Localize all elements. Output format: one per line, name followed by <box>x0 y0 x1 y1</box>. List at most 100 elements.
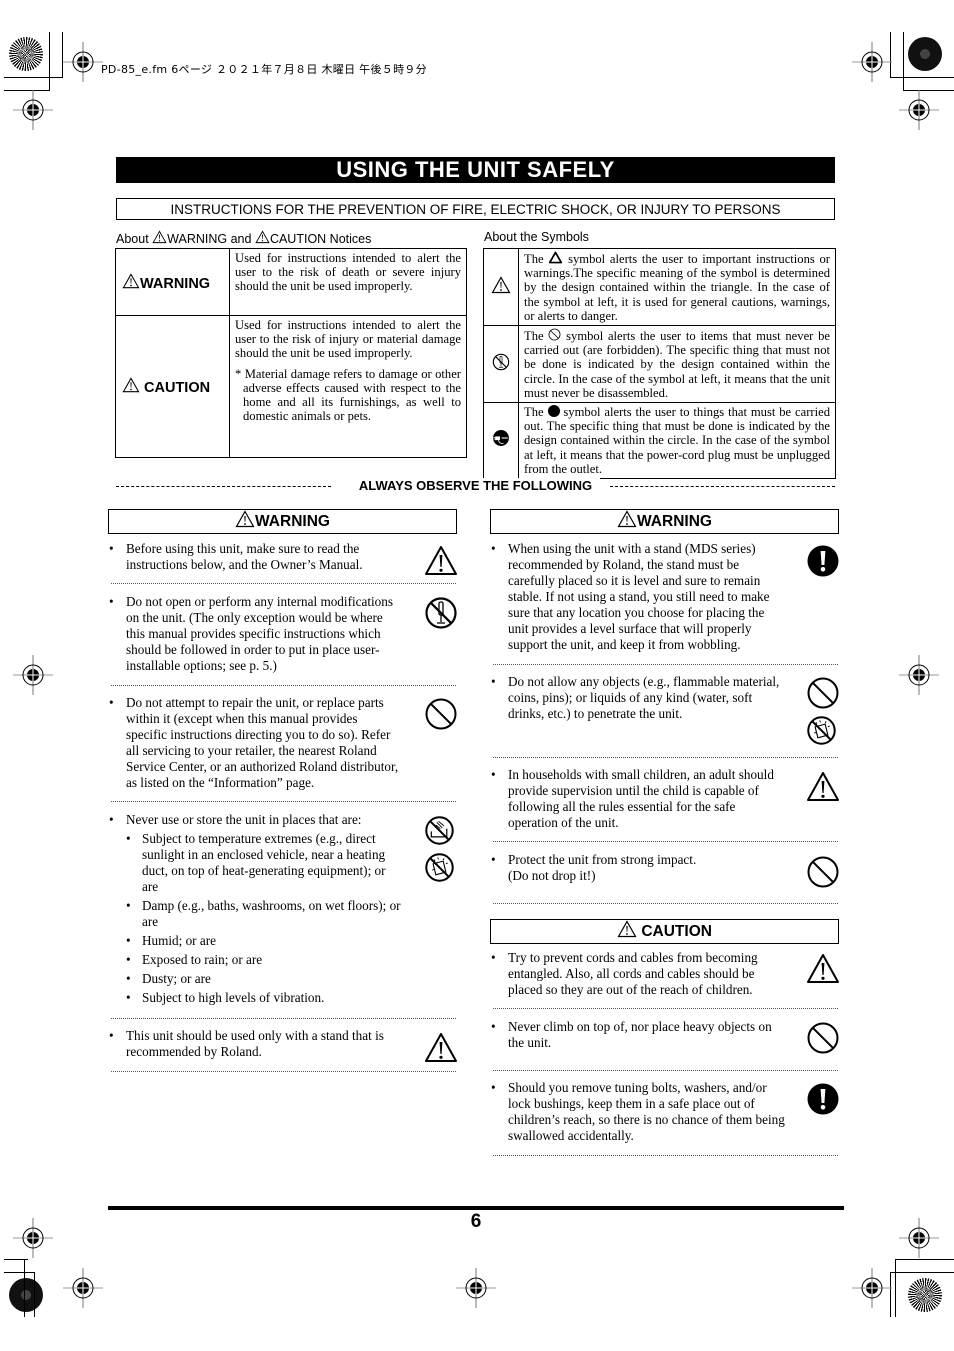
bullet: • <box>126 952 131 967</box>
item-text-line: unit provides a level surface that will … <box>508 621 752 636</box>
symbols-table: The symbol alerts the user to important … <box>483 247 836 480</box>
bullet: • <box>491 674 496 689</box>
registration-mark <box>456 1268 496 1308</box>
filled-circle-icon <box>547 405 560 418</box>
item-text-line: on the unit. (The only exception would b… <box>126 610 383 625</box>
notice-label: WARNING <box>140 275 211 292</box>
bullet: • <box>109 541 114 556</box>
item-text-line: When using the unit with a stand (MDS se… <box>508 541 756 556</box>
item-text-line: this manual provides specific instructio… <box>126 626 381 641</box>
dotted-divider <box>111 801 456 802</box>
item-text-line: swallowed accidentally. <box>508 1128 634 1143</box>
item-text-line: support the unit, and keep it from wobbl… <box>508 637 741 652</box>
item-text-line: This unit should be used only with a sta… <box>126 1028 384 1043</box>
warning-triangle-icon <box>255 230 270 244</box>
warning-triangle-icon <box>122 273 140 289</box>
symbols-heading: About the Symbols <box>484 230 589 244</box>
item-text-line: duct, on top of heat-generating equipmen… <box>142 863 386 878</box>
crop-mark <box>34 1272 35 1317</box>
item-text-line: Do not allow any objects (e.g., flammabl… <box>508 674 780 689</box>
dotted-divider <box>493 664 838 665</box>
dotted-divider <box>111 583 456 584</box>
bullet: • <box>109 695 114 710</box>
dotted-divider <box>493 1008 838 1009</box>
print-mark-starburst <box>9 37 43 71</box>
crop-mark <box>895 1259 954 1260</box>
bullet: • <box>126 933 131 948</box>
bullet: • <box>491 767 496 782</box>
bullet: • <box>126 831 131 846</box>
symbol-description: symbol alerts the user to important inst… <box>524 252 831 323</box>
item-text-line: sure that any location you choose for pl… <box>508 605 765 620</box>
right-warning-heading: WARNING <box>490 509 839 534</box>
crop-mark <box>890 77 954 78</box>
crop-mark <box>4 1272 35 1273</box>
item-text-line: as listed on the “Information” page. <box>126 775 315 790</box>
item-text-line: Before using this unit, make sure to rea… <box>126 541 360 556</box>
notices-table: WARNING Used for instructions intended t… <box>115 248 467 458</box>
dotted-divider <box>493 757 838 758</box>
notice-footnote: * Material damage refers to damage or ot… <box>235 366 461 424</box>
item-text-line: In households with small children, an ad… <box>508 767 774 782</box>
bullet: • <box>109 812 114 827</box>
bullet: • <box>109 1028 114 1043</box>
warning-triangle-icon <box>617 920 637 938</box>
page-subtitle: INSTRUCTIONS FOR THE PREVENTION OF FIRE,… <box>116 198 835 220</box>
warning-triangle-icon <box>491 276 511 294</box>
warning-triangle-icon <box>122 377 140 393</box>
item-text-line: Humid; or are <box>142 933 216 948</box>
crop-mark <box>903 32 904 91</box>
item-text-line: coins, pins); or liquids of any kind (wa… <box>508 690 753 705</box>
symbol-row: The symbol alerts the user to important … <box>483 247 836 327</box>
item-text-line: sunlight in an enclosed vehicle, near a … <box>142 847 386 862</box>
prohibition-icon <box>806 855 840 889</box>
file-slug: PD-85_e.fm 6ページ ２０２１年７月８日 木曜日 午後５時９分 <box>101 63 427 76</box>
item-text-line: Do not open or perform any internal modi… <box>126 594 393 609</box>
right-caution-heading: CAUTION <box>490 919 839 944</box>
footer-rule <box>108 1206 844 1210</box>
bullet: • <box>491 950 496 965</box>
item-text-line: Subject to high levels of vibration. <box>142 990 325 1005</box>
warning-triangle-icon <box>152 230 167 244</box>
item-text-line: Exposed to rain; or are <box>142 952 263 967</box>
item-text-line: entangled. Also, all cords and cables sh… <box>508 966 755 981</box>
symbol-row: The symbol alerts the user to items that… <box>483 325 836 404</box>
prohibition-icon <box>424 697 458 731</box>
registration-mark <box>899 655 939 695</box>
notices-heading: About WARNING and CAUTION Notices <box>116 230 372 246</box>
item-text-line: should be followed in order to put in pl… <box>126 642 380 657</box>
observe-divider: ALWAYS OBSERVE THE FOLLOWING <box>116 478 835 494</box>
item-text-line: Protect the unit from strong impact. <box>508 852 697 867</box>
notice-text: Used for instructions intended to alert … <box>235 318 461 361</box>
registration-mark <box>63 1268 103 1308</box>
warning-triangle-icon <box>617 510 637 528</box>
notice-row-caution: CAUTION Used for instructions intended t… <box>115 315 467 458</box>
page-number: 6 <box>470 1211 482 1232</box>
bullet: • <box>491 541 496 556</box>
bullet: • <box>491 852 496 867</box>
no-wet-location-icon <box>424 815 455 846</box>
bullet: • <box>126 971 131 986</box>
prohibition-icon <box>806 1021 840 1055</box>
registration-mark <box>63 42 103 82</box>
unplug-icon <box>492 429 510 447</box>
item-text-line: operation of the unit. <box>508 815 619 830</box>
bullet: • <box>491 1019 496 1034</box>
symbol-description: symbol alerts the user to things that mu… <box>524 405 830 476</box>
warning-triangle-icon <box>424 544 458 578</box>
print-mark-starburst <box>908 37 942 71</box>
registration-mark <box>852 1268 892 1308</box>
item-text-line: lock bushings, keep them in a safe place… <box>508 1096 755 1111</box>
registration-mark <box>899 90 939 130</box>
crop-mark <box>24 1259 25 1317</box>
item-text-line: Dusty; or are <box>142 971 211 986</box>
page-title: USING THE UNIT SAFELY <box>116 157 835 183</box>
item-text-line: (Do not drop it!) <box>508 868 596 883</box>
left-warning-heading: WARNING <box>108 509 457 534</box>
prohibition-icon <box>806 676 840 710</box>
item-text-line: Should you remove tuning bolts, washers,… <box>508 1080 767 1095</box>
dotted-divider <box>111 1071 456 1072</box>
item-text-line: installable options; see p. 5.) <box>126 658 277 673</box>
dotted-divider <box>493 1155 838 1156</box>
crop-mark <box>4 77 62 78</box>
